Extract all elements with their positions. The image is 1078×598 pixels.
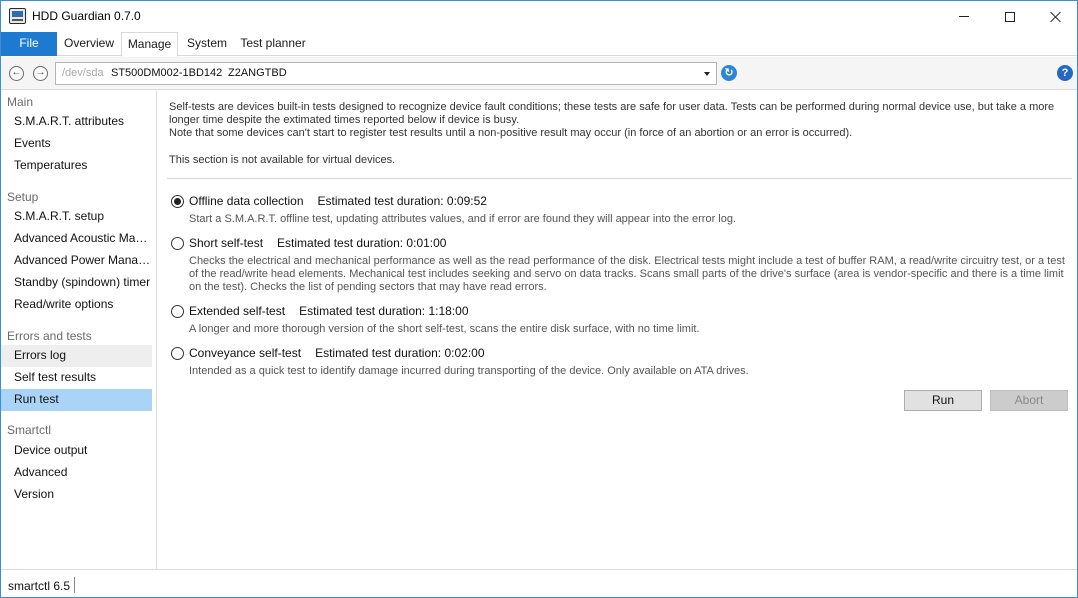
- tab-file[interactable]: File: [1, 32, 57, 56]
- test-label: Offline data collection: [189, 194, 304, 208]
- sidebar-group-setup: Setup: [7, 190, 39, 204]
- maximize-button[interactable]: [987, 1, 1033, 32]
- tab-manage[interactable]: Manage: [121, 32, 178, 57]
- chevron-down-icon: [704, 72, 710, 76]
- app-window: HDD Guardian 0.7.0 File Overview Manage …: [0, 0, 1078, 598]
- close-button[interactable]: [1033, 1, 1078, 32]
- sidebar-item-errors-log[interactable]: Errors log: [1, 345, 152, 367]
- device-bar: ← → /dev/sda ST500DM002-1BD142 Z2ANGTBD …: [1, 57, 1077, 90]
- refresh-icon[interactable]: ↻: [721, 65, 737, 81]
- sidebar-group-smartctl: Smartctl: [7, 423, 52, 437]
- title-bar: HDD Guardian 0.7.0: [1, 1, 1077, 32]
- ribbon-tabs: File Overview Manage System Test planner: [1, 32, 1077, 57]
- radio-conveyance[interactable]: [171, 346, 184, 360]
- device-model: ST500DM002-1BD142: [111, 67, 223, 79]
- radio-short[interactable]: [171, 236, 184, 250]
- radio-extended[interactable]: [171, 304, 184, 318]
- sidebar: Main S.M.A.R.T. attributes Events Temper…: [1, 91, 157, 569]
- test-label: Extended self-test: [189, 304, 286, 318]
- forward-button[interactable]: →: [33, 66, 48, 81]
- test-duration: Estimated test duration: 0:09:52: [317, 194, 487, 208]
- test-description: Checks the electrical and mechanical per…: [189, 255, 1065, 293]
- tab-overview[interactable]: Overview: [57, 32, 121, 56]
- hdd-app-icon: [9, 8, 26, 24]
- sidebar-item-readwrite[interactable]: Read/write options: [1, 294, 152, 316]
- test-description: A longer and more thorough version of th…: [189, 323, 700, 335]
- sidebar-item-smart-attributes[interactable]: S.M.A.R.T. attributes: [1, 111, 152, 133]
- test-duration: Estimated test duration: 0:02:00: [315, 346, 485, 360]
- sidebar-item-temperatures[interactable]: Temperatures: [1, 155, 152, 177]
- sidebar-item-smart-setup[interactable]: S.M.A.R.T. setup: [1, 206, 152, 228]
- virtual-device-note: This section is not available for virtua…: [169, 154, 396, 166]
- sidebar-item-power[interactable]: Advanced Power Management: [1, 250, 152, 272]
- minimize-button[interactable]: [941, 1, 987, 32]
- tab-test-planner[interactable]: Test planner: [236, 32, 310, 56]
- arrow-left-icon: ←: [11, 67, 22, 78]
- sidebar-item-standby[interactable]: Standby (spindown) timer: [1, 272, 152, 294]
- run-test-panel: Self-tests are devices built-in tests de…: [157, 91, 1077, 569]
- status-bar: smartctl 6.5: [1, 569, 1077, 597]
- sidebar-item-version[interactable]: Version: [1, 484, 152, 506]
- arrow-right-icon: →: [35, 67, 46, 78]
- abort-button[interactable]: Abort: [990, 390, 1068, 411]
- test-duration: Estimated test duration: 0:01:00: [277, 236, 447, 250]
- test-option-short[interactable]: Short self-test Estimated test duration:…: [171, 235, 446, 251]
- test-option-conveyance[interactable]: Conveyance self-test Estimated test dura…: [171, 345, 485, 361]
- test-description: Intended as a quick test to identify dam…: [189, 365, 749, 377]
- tab-system[interactable]: System: [178, 32, 236, 56]
- sidebar-item-acoustic[interactable]: Advanced Acoustic Management: [1, 228, 152, 250]
- test-label: Short self-test: [189, 236, 264, 250]
- test-description: Start a S.M.A.R.T. offline test, updatin…: [189, 213, 737, 225]
- back-button[interactable]: ←: [9, 66, 24, 81]
- test-label: Conveyance self-test: [189, 346, 302, 360]
- test-duration: Estimated test duration: 1:18:00: [299, 304, 469, 318]
- status-text: smartctl 6.5: [8, 579, 71, 593]
- sidebar-item-self-test-results[interactable]: Self test results: [1, 367, 152, 389]
- close-icon: [1050, 11, 1062, 23]
- sidebar-group-main: Main: [7, 95, 34, 109]
- minimize-icon: [959, 16, 969, 17]
- maximize-icon: [1005, 11, 1015, 22]
- help-icon[interactable]: ?: [1057, 65, 1073, 81]
- sidebar-group-errors: Errors and tests: [7, 329, 92, 343]
- device-select[interactable]: /dev/sda ST500DM002-1BD142 Z2ANGTBD: [55, 62, 717, 85]
- radio-offline[interactable]: [171, 194, 184, 208]
- intro-paragraph: Self-tests are devices built-in tests de…: [169, 101, 1055, 126]
- status-separator: [74, 577, 75, 593]
- device-serial: Z2ANGTBD: [228, 67, 287, 79]
- test-option-extended[interactable]: Extended self-test Estimated test durati…: [171, 303, 469, 319]
- test-option-offline[interactable]: Offline data collection Estimated test d…: [171, 193, 487, 209]
- sidebar-item-events[interactable]: Events: [1, 133, 152, 155]
- device-path: /dev/sda: [62, 67, 104, 79]
- intro-text: Self-tests are devices built-in tests de…: [169, 101, 1059, 140]
- divider: [167, 178, 1072, 179]
- sidebar-item-run-test[interactable]: Run test: [1, 389, 152, 411]
- intro-note: Note that some devices can't start to re…: [169, 127, 853, 139]
- run-button[interactable]: Run: [904, 390, 982, 411]
- sidebar-item-advanced[interactable]: Advanced: [1, 462, 152, 484]
- sidebar-item-device-output[interactable]: Device output: [1, 440, 152, 462]
- window-title: HDD Guardian 0.7.0: [32, 9, 141, 23]
